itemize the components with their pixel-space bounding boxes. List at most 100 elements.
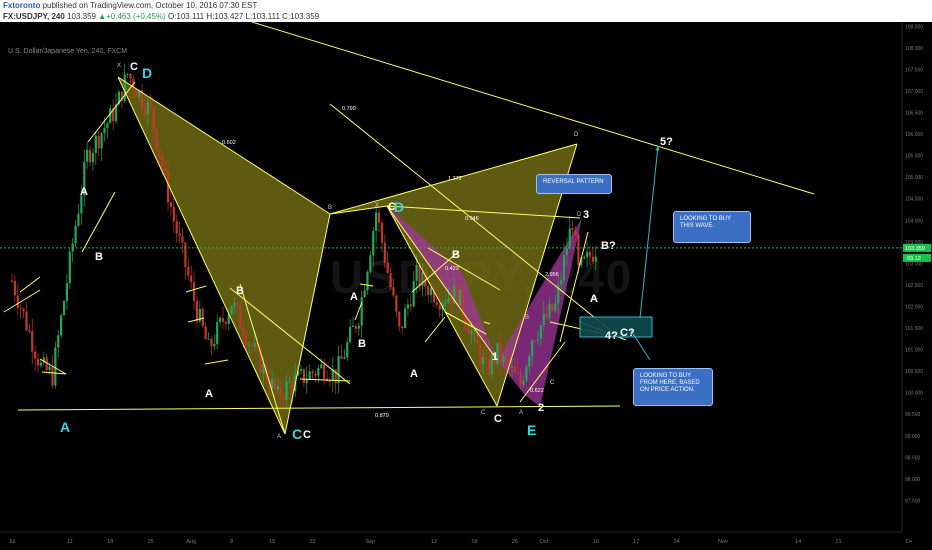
wave-label: C	[292, 426, 302, 442]
trendline[interactable]	[3, 289, 41, 313]
candle-body	[487, 360, 490, 375]
candle-body	[360, 297, 363, 326]
candle-body	[65, 283, 69, 302]
x-tick-label: Oct	[539, 539, 548, 545]
candle-body	[308, 371, 311, 380]
trendline[interactable]	[424, 316, 446, 343]
candle-body	[218, 318, 222, 323]
wave-label: 2	[538, 402, 544, 414]
pattern-point-label: D	[577, 212, 582, 218]
candle-body	[230, 306, 233, 315]
candle-body	[204, 325, 207, 340]
candle-body	[594, 256, 597, 262]
trendline[interactable]	[204, 359, 229, 365]
y-tick-label: 103.000	[905, 261, 923, 267]
candle-body	[80, 195, 83, 214]
candle-body	[574, 229, 577, 235]
candle-body	[68, 251, 71, 284]
candle-body	[533, 340, 537, 342]
candle-body	[129, 73, 132, 79]
candle-body	[565, 248, 568, 256]
candle-body	[406, 304, 410, 309]
wave-label: E	[527, 422, 536, 438]
candle-body	[479, 343, 482, 365]
candle-body	[135, 89, 138, 97]
callout-buy-wave[interactable]: LOOKING TO BUY THIS WAVE.	[673, 211, 751, 243]
candle-body	[403, 308, 407, 329]
candle-body	[207, 338, 210, 340]
chart-area[interactable]: U.S. Dollar/Japanese Yen, 240, FXCM USDJ…	[0, 22, 932, 550]
candle-body	[568, 228, 571, 249]
callout-reversal-pattern[interactable]: REVERSAL PATTERN	[536, 174, 612, 194]
candle-body	[88, 149, 92, 163]
candle-body	[126, 73, 129, 75]
candle-body	[380, 222, 384, 243]
y-tick-label: 106.000	[905, 132, 923, 138]
wave-label: C	[494, 413, 502, 425]
candle-body	[571, 228, 574, 230]
candle-body	[588, 251, 592, 257]
candle-body	[412, 280, 415, 307]
y-tick-label: 102.500	[905, 283, 923, 289]
candle-body	[531, 340, 534, 357]
candle-body	[542, 313, 545, 326]
candle-body	[340, 356, 343, 359]
trendline[interactable]	[87, 81, 136, 143]
fib-ratio-label: 0.423	[445, 266, 459, 272]
trendline[interactable]	[185, 285, 207, 293]
candle-body	[94, 135, 97, 153]
candle-body	[455, 285, 459, 305]
y-tick-label: 99.500	[905, 412, 921, 418]
x-tick-label: Aug	[186, 539, 196, 545]
wave-label: B?	[601, 240, 616, 252]
author-link[interactable]: Fxtoronto	[3, 1, 40, 10]
pattern-point-label: A	[277, 434, 281, 440]
candle-body	[447, 298, 450, 303]
candle-body	[536, 338, 540, 341]
candle-body	[288, 381, 291, 383]
candle-body	[409, 304, 412, 307]
candle-body	[354, 325, 358, 329]
pattern-point-label: B	[525, 315, 529, 321]
candle-body	[337, 356, 340, 384]
wave-label: A	[590, 293, 598, 305]
candle-body	[244, 336, 248, 346]
candle-body	[499, 343, 502, 363]
wave-label: 3	[583, 209, 589, 221]
candle-body	[418, 265, 421, 286]
trendline[interactable]	[19, 276, 41, 293]
callout-buy-here[interactable]: LOOKING TO BUY FROM HERE, BASED ON PRICE…	[633, 368, 713, 406]
wave-label: B	[358, 338, 366, 350]
trendline[interactable]	[81, 191, 116, 253]
x-tick-label: 8	[230, 539, 233, 545]
candle-body	[401, 326, 404, 329]
candle-body	[545, 313, 548, 318]
x-tick-label: 18	[107, 539, 113, 545]
candle-body	[366, 271, 369, 291]
wave-label: C?	[620, 327, 635, 339]
candle-body	[481, 357, 485, 365]
chart-svg[interactable]: 108.500 108.000 107.500 107.000 106.500 106.0…	[0, 22, 932, 550]
pattern-point-label: C	[481, 410, 486, 416]
wave-label: B	[236, 285, 244, 297]
trendline[interactable]	[17, 405, 621, 411]
x-tick-label: 22	[309, 539, 315, 545]
candle-body	[158, 149, 161, 158]
candle-body	[57, 335, 60, 348]
symbol-label[interactable]: FX:USDJPY, 240	[3, 12, 65, 21]
candle-body	[273, 378, 277, 390]
wave-label: D	[394, 199, 404, 215]
price-label-secondary: 03.12	[907, 256, 921, 262]
x-tick-label: 17	[633, 539, 639, 545]
candle-body	[201, 308, 204, 326]
fib-ratio-label: 0.602	[222, 140, 236, 146]
y-tick-label: 104.000	[905, 218, 923, 224]
candle-body	[438, 304, 441, 310]
candle-body	[190, 275, 193, 283]
candle-body	[554, 303, 557, 311]
y-tick-label: 105.500	[905, 154, 923, 160]
candle-body	[369, 255, 372, 272]
candle-body	[513, 366, 516, 373]
candle-body	[323, 364, 326, 379]
x-tick-end: D•	[906, 539, 912, 545]
